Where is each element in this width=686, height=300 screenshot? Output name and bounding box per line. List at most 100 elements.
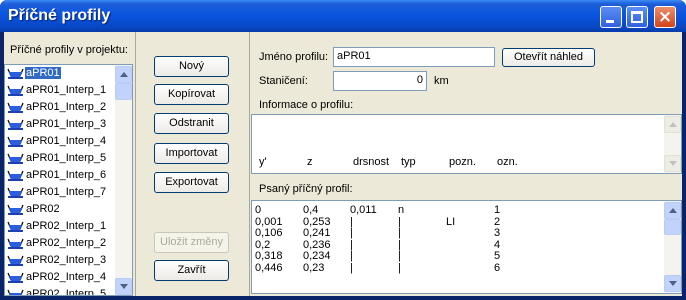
list-item-label: aPR02_Interp_4 [26,271,107,283]
profile-list[interactable]: aPR01 aPR01_Interp_1 aPR01_Interp_2 aPR01_I… [4,64,133,296]
info-scroll-up-button[interactable] [664,116,681,133]
table-cell: 0,253 [303,215,331,228]
cross-section-icon [7,118,24,131]
cross-section-icon [7,186,24,199]
scroll-thumb[interactable] [115,83,132,100]
info-scroll-down-button[interactable] [664,155,681,172]
table-cell: 3 [494,227,501,240]
table-cell: | [398,262,401,274]
table-cell: 0,011 [350,204,377,216]
table-cell: 0,23 [303,262,325,274]
list-item-label: aPR02 [26,203,60,215]
new-button[interactable]: Nový [154,56,229,77]
open-preview-button[interactable]: Otevřít náhled [502,48,595,67]
cross-section-icon [7,237,24,250]
table-cell: n [398,204,405,216]
profile-scroll-up-button[interactable] [664,202,681,219]
list-item-label: aPR01_Interp_4 [26,135,107,147]
table-cell: | [350,238,353,251]
list-item-label: aPR01_Interp_1 [26,84,107,96]
table-cell: 6 [494,262,501,274]
dialog-body: Příčné profily v projektu: aPR01 aPR01_In… [4,32,682,296]
window-title: Příčné profily [8,7,111,24]
list-item[interactable]: aPR02_Interp_1 [7,218,117,235]
table-cell: 0,4 [303,204,319,216]
written-profile-label: Psaný příčný profil: [259,183,353,195]
import-button[interactable]: Importovat [154,143,229,164]
title-bar[interactable]: Příčné profily × [0,0,686,32]
list-item-label: aPR01_Interp_3 [26,118,107,130]
profile-list-scrollbar[interactable] [115,65,132,295]
close-button[interactable]: × [654,6,676,28]
actions-panel: Nový Kopírovat Odstranit Importovat Expo… [137,32,250,296]
table-cell: | [398,227,401,240]
cross-section-icon [7,152,24,165]
list-item[interactable]: aPR02 [7,201,117,218]
profile-list-panel: Příčné profily v projektu: aPR01 aPR01_In… [4,32,136,296]
list-item-label: aPR02_Interp_1 [26,220,107,232]
column-header: typ [401,156,416,168]
table-cell: | [350,227,353,240]
cross-section-icon [7,169,24,182]
table-cell: | [350,215,353,228]
column-header: pozn. [449,156,476,168]
table-cell: 0 [255,204,262,216]
table-cell: | [350,250,353,263]
close-dialog-button[interactable]: Zavřít [154,260,229,281]
list-item[interactable]: aPR01_Interp_7 [7,184,117,201]
table-cell: 0,234 [303,250,331,263]
list-item[interactable]: aPR01_Interp_2 [7,99,117,116]
cross-section-icon [7,67,24,80]
list-item[interactable]: aPR01_Interp_5 [7,150,117,167]
table-cell: 0,106 [255,227,283,240]
close-icon: × [657,7,673,27]
table-cell: 5 [494,250,501,263]
written-profile-field[interactable]: 0 0,4 0,011 n 1 0,001 0,253 | | LI 2 0,106 0,241 | | 3 0… [251,200,682,294]
profile-scroll-down-button[interactable] [664,275,681,292]
scroll-up-button[interactable] [115,66,132,83]
minimize-button[interactable] [600,6,622,28]
station-field[interactable]: 0 [333,71,427,91]
delete-button[interactable]: Odstranit [154,113,229,134]
cross-section-icon [7,288,24,295]
window: Příčné profily × Příčné profily v projek… [0,0,686,300]
table-cell: 0,236 [303,238,331,251]
list-item-label: aPR01_Interp_2 [26,101,107,113]
list-item[interactable]: aPR02_Interp_5 [7,286,117,295]
scroll-down-icon [669,281,677,286]
list-item[interactable]: aPR02_Interp_4 [7,269,117,286]
profile-scroll-thumb[interactable] [664,219,681,235]
maximize-button[interactable] [626,6,648,28]
export-button[interactable]: Exportovat [154,172,229,193]
maximize-icon [631,11,643,23]
column-header: ozn. [497,156,518,168]
column-header: z [307,156,313,168]
copy-button[interactable]: Kopírovat [154,84,229,105]
list-item-label: aPR02_Interp_2 [26,237,107,249]
scroll-down-button[interactable] [115,278,132,295]
table-cell: 1 [494,204,501,216]
list-item[interactable]: aPR01_Interp_1 [7,82,117,99]
list-item-label: aPR01_Interp_6 [26,169,107,181]
table-cell: 2 [494,215,501,228]
profile-name-field[interactable]: aPR01 [333,47,495,67]
list-item[interactable]: aPR01 [7,65,117,82]
list-item-label: aPR01_Interp_7 [26,186,107,198]
list-item[interactable]: aPR01_Interp_3 [7,116,117,133]
list-item-label: aPR02_Interp_3 [26,254,107,266]
list-item-label: aPR01_Interp_5 [26,152,107,164]
table-cell: 0,001 [255,215,283,228]
list-item[interactable]: aPR01_Interp_6 [7,167,117,184]
list-item[interactable]: aPR02_Interp_3 [7,252,117,269]
list-item[interactable]: aPR02_Interp_2 [7,235,117,252]
table-cell: 0,241 [303,227,331,240]
written-profile-scrollbar[interactable] [664,201,681,293]
list-item[interactable]: aPR01_Interp_4 [7,133,117,150]
save-changes-button[interactable]: Uložit změny [154,232,229,253]
profile-info-label: Informace o profilu: [259,99,354,111]
table-cell: | [398,238,401,251]
info-scrollbar[interactable] [664,115,681,173]
table-cell: 0,446 [255,262,283,274]
scroll-down-icon [120,284,128,289]
profile-name-label: Jméno profilu: [259,51,329,63]
